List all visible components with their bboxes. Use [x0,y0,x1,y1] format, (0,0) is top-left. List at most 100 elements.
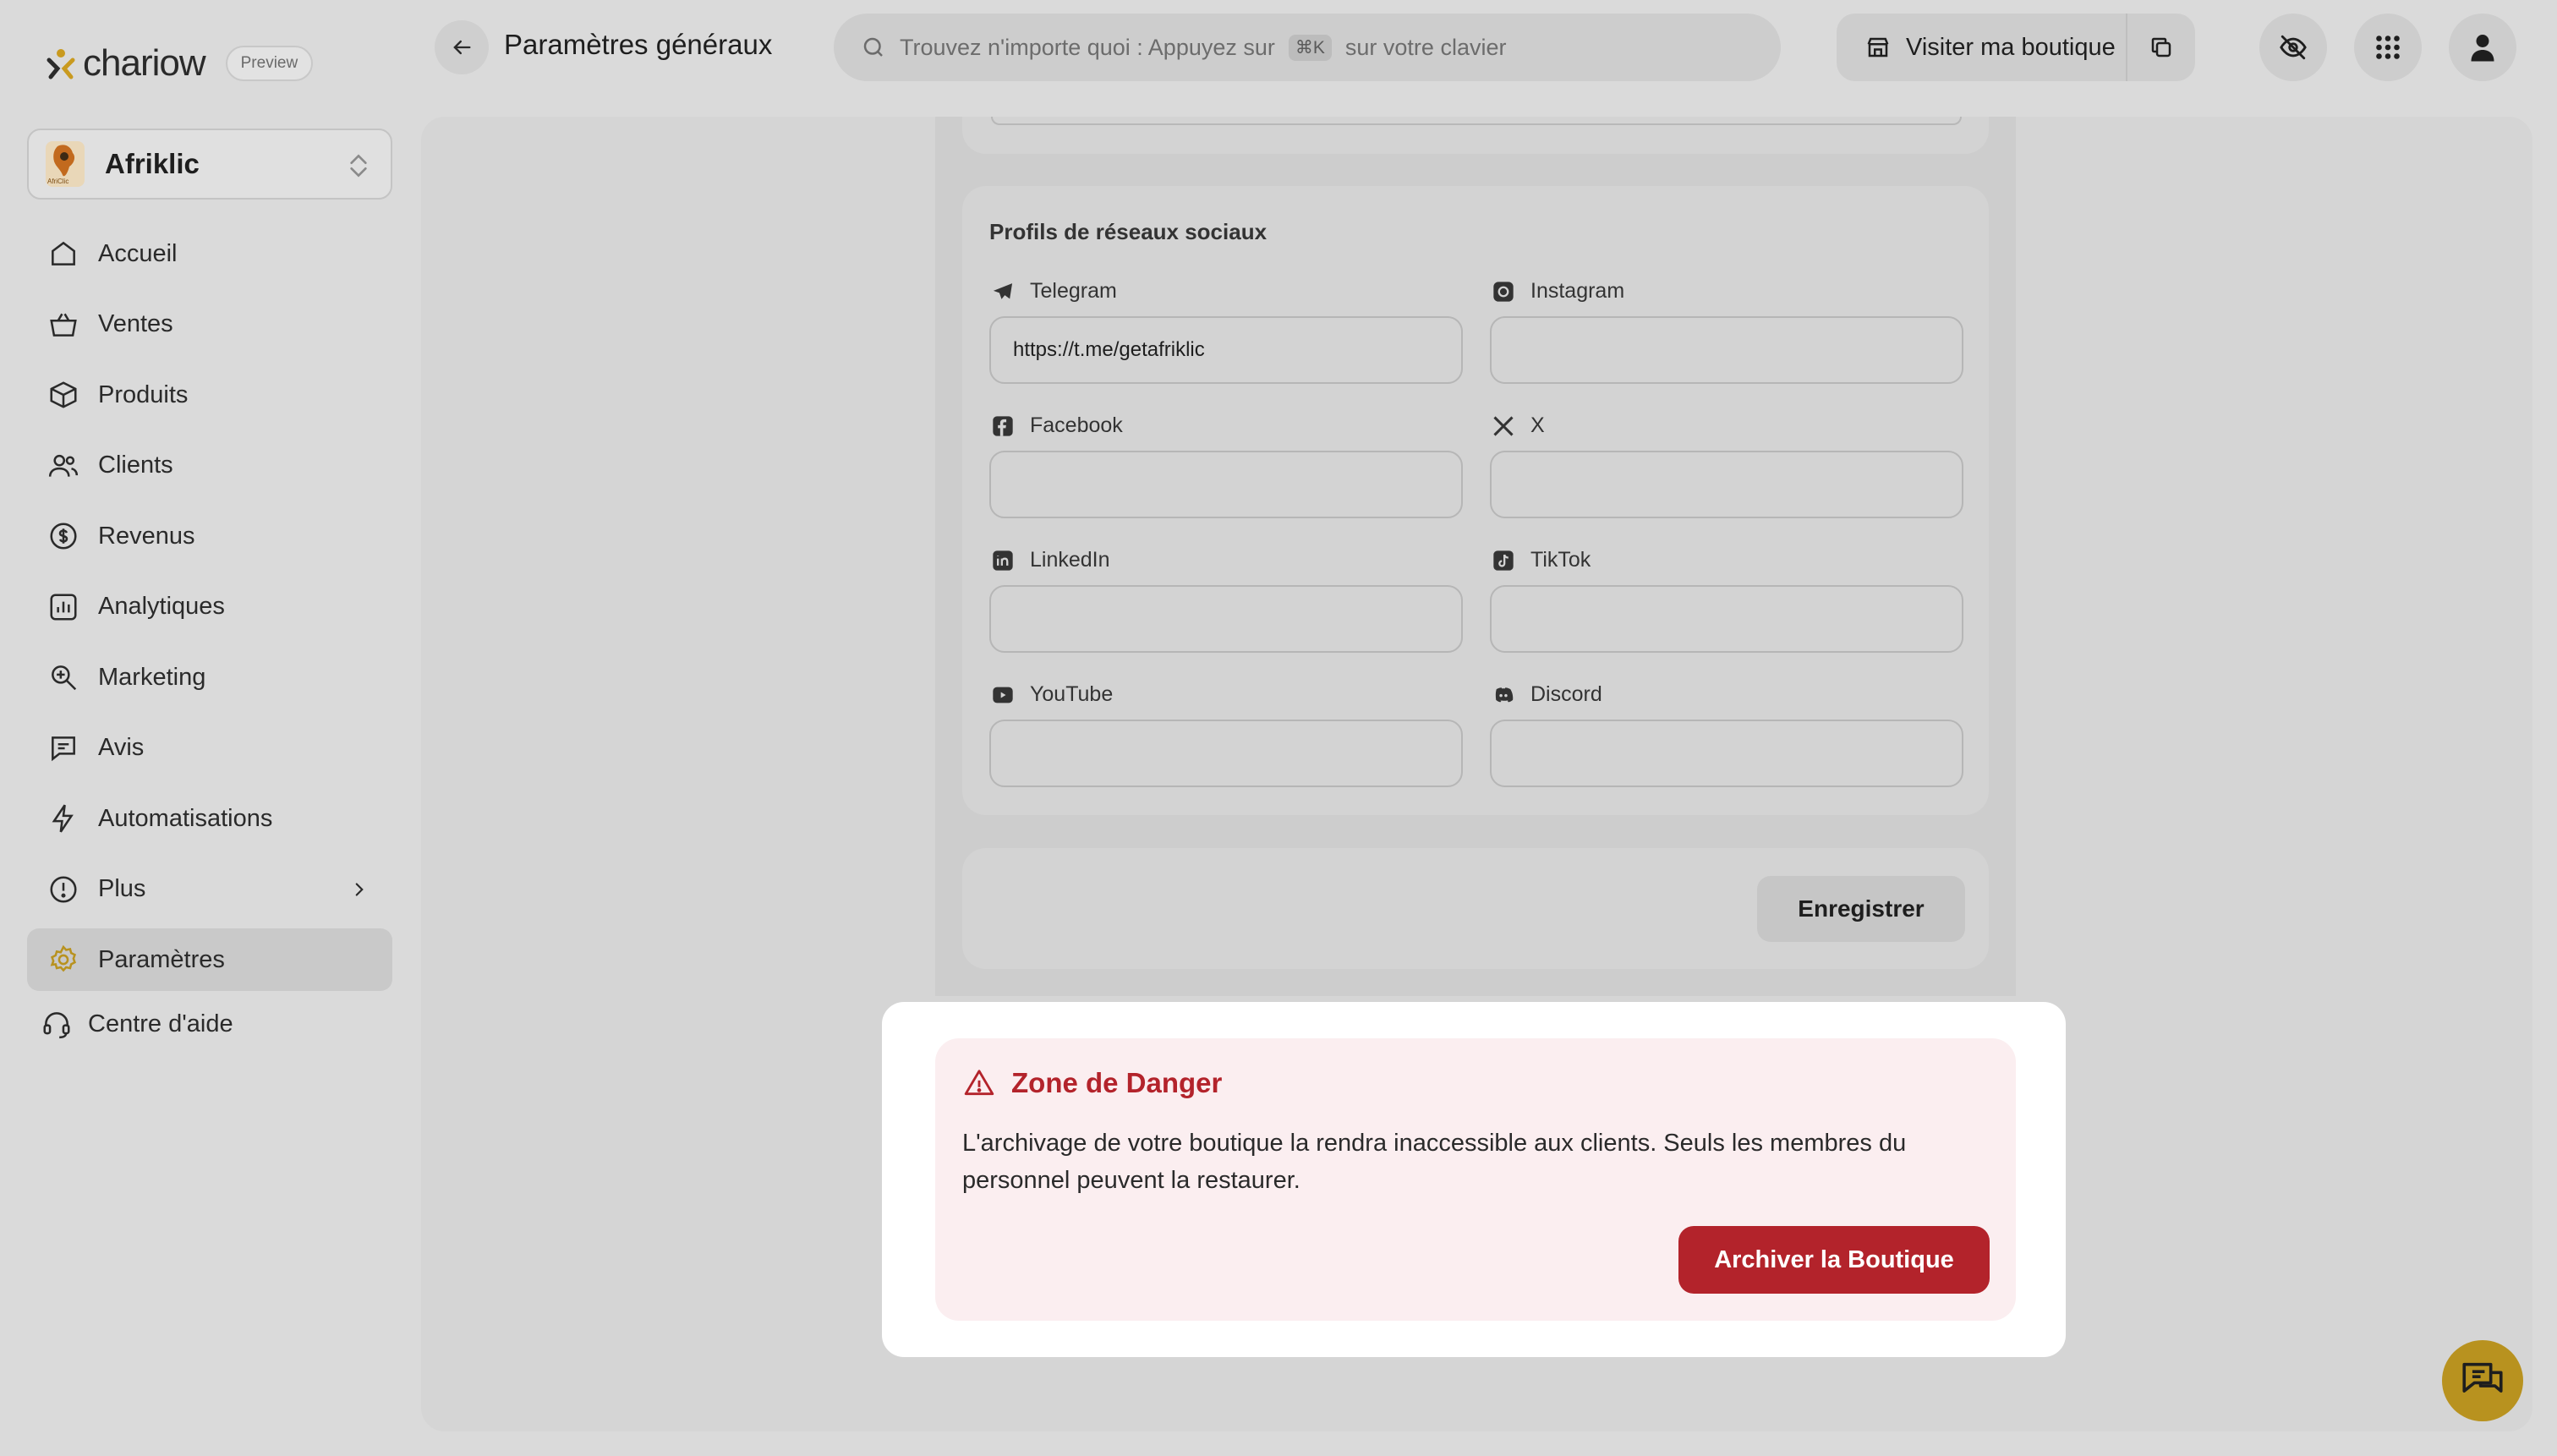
previous-settings-input[interactable] [991,117,1962,125]
discord-label: Discord [1492,682,1602,707]
brand-name: chariow [83,42,206,84]
sidebar-item-label: Avis [98,734,145,761]
x-label: X [1492,413,1545,438]
help-center-label: Centre d'aide [88,1010,233,1037]
sidebar-item-plus[interactable]: Plus [27,858,392,921]
discord-label-text: Discord [1530,682,1602,706]
sidebar-item-label: Clients [98,452,173,479]
youtube-input[interactable] [989,720,1463,787]
chat-icon [2462,1362,2503,1393]
discord-input[interactable] [1490,720,1963,787]
telegram-icon [993,282,1013,299]
facebook-input[interactable] [989,451,1463,518]
youtube-icon [993,687,1013,703]
visit-store-group: Visiter ma boutique [1837,14,2195,81]
sidebar-item-analytiques[interactable]: Analytiques [27,576,392,638]
sidebar-item-revenus[interactable]: Revenus [27,505,392,567]
copy-link-button[interactable] [2126,14,2195,81]
archive-store-button[interactable]: Archiver la Boutique [1678,1226,1990,1294]
sidebar-item-automatisations[interactable]: Automatisations [27,787,392,850]
danger-zone-description: L'archivage de votre boutique la rendra … [962,1130,1907,1194]
visit-store-button[interactable]: Visiter ma boutique [1837,14,2126,81]
more-icon [50,875,77,903]
telegram-label: Telegram [991,279,1117,304]
sidebar-nav: Accueil Ventes Produits Clients Revenus … [27,222,392,999]
account-button[interactable] [2449,14,2516,81]
linkedin-input[interactable] [989,585,1463,653]
arrow-left-icon [453,40,471,55]
back-button[interactable] [435,20,489,74]
apps-button[interactable] [2354,14,2422,81]
store-name: Afriklic [105,148,200,179]
grid-icon [2376,36,2400,59]
instagram-input[interactable] [1490,316,1963,384]
search-icon [863,37,883,57]
tiktok-icon [1493,550,1514,571]
chevron-up-down-icon [350,154,367,178]
preview-badge: Preview [225,46,314,81]
visibility-toggle-button[interactable] [2259,14,2327,81]
sidebar-item-label: Analytiques [98,593,225,620]
box-icon [50,381,77,408]
discord-icon [1495,687,1514,702]
telegram-input[interactable] [989,316,1463,384]
sidebar-item-label: Automatisations [98,804,273,832]
visit-store-label: Visiter ma boutique [1906,33,2116,61]
sidebar-item-parametres[interactable]: Paramètres [27,928,392,991]
facebook-icon [993,415,1013,436]
home-icon [52,241,75,265]
eye-off-icon [2280,35,2307,60]
revenue-icon [50,523,77,550]
help-center-link[interactable]: Centre d'aide [41,1008,233,1040]
instagram-icon [1493,281,1514,302]
store-logo-caption: AfriClic [47,178,69,185]
danger-zone-title: Zone de Danger [962,1067,1222,1099]
tiktok-label-text: TikTok [1530,548,1591,572]
bolt-icon [52,804,74,833]
copy-icon [2151,37,2171,57]
youtube-label-text: YouTube [1030,682,1114,706]
marketing-icon [52,665,77,691]
store-switcher[interactable]: AfriClic Afriklic [27,129,392,200]
brand-logo[interactable]: chariow Preview [46,42,314,85]
sidebar-item-label: Marketing [98,663,206,691]
youtube-label: YouTube [991,682,1113,707]
danger-zone-title-text: Zone de Danger [1011,1067,1223,1098]
instagram-label-text: Instagram [1530,279,1625,303]
x-label-text: X [1530,413,1545,437]
support-chat-button[interactable] [2442,1340,2523,1421]
chart-icon [50,593,77,621]
instagram-label: Instagram [1492,279,1624,304]
telegram-label-text: Telegram [1030,279,1117,303]
x-input[interactable] [1490,451,1963,518]
store-icon [1867,37,1889,57]
sidebar-item-clients[interactable]: Clients [27,435,392,497]
sidebar-item-ventes[interactable]: Ventes [27,293,392,356]
facebook-label: Facebook [991,413,1123,438]
social-profiles-title: Profils de réseaux sociaux [989,219,1268,244]
sidebar-item-avis[interactable]: Avis [27,717,392,780]
review-icon [52,736,75,761]
linkedin-icon [993,550,1013,571]
sidebar-item-label: Revenus [98,522,195,550]
linkedin-label-text: LinkedIn [1030,548,1110,572]
x-icon [1493,415,1514,436]
users-icon [48,454,79,477]
search-hint-prefix: Trouvez n'importe quoi : Appuyez sur [900,34,1275,60]
cart-icon [50,313,77,337]
linkedin-label: LinkedIn [991,548,1110,572]
sidebar-item-label: Plus [98,875,146,902]
sidebar-item-label: Produits [98,380,189,408]
sidebar-item-produits[interactable]: Produits [27,364,392,426]
sidebar-item-marketing[interactable]: Marketing [27,646,392,709]
search-hint-suffix: sur votre clavier [1344,34,1507,60]
user-icon [2471,35,2494,62]
sidebar-item-label: Accueil [98,239,178,267]
headset-icon [43,1012,70,1039]
tiktok-input[interactable] [1490,585,1963,653]
sidebar-item-accueil[interactable]: Accueil [27,222,392,285]
save-button[interactable]: Enregistrer [1757,876,1965,942]
search-bar[interactable]: Trouvez n'importe quoi : Appuyez sur ⌘K … [834,14,1781,81]
search-shortcut: ⌘K [1288,34,1332,61]
facebook-label-text: Facebook [1030,413,1123,437]
